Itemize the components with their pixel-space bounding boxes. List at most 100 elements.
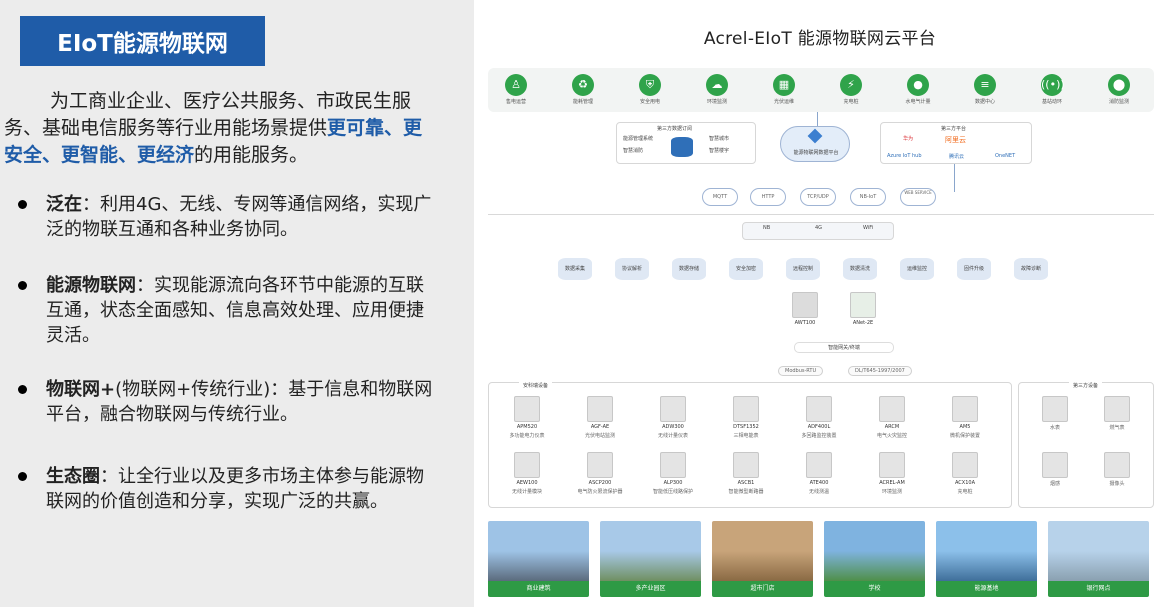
device-name: ADW300: [662, 424, 684, 430]
device-item: ASCB1 智能微型断路器: [713, 452, 779, 495]
recycle-icon: ♻: [572, 74, 594, 96]
scene-label: 多产业园区: [600, 581, 701, 597]
device-item: ATE400 无线测温: [786, 452, 852, 495]
scene-photo: [936, 521, 1037, 581]
app-item: ♙ 售电运营: [496, 74, 536, 105]
protocol-cloud: NB-IoT: [850, 188, 886, 206]
building-icon: ▦: [773, 74, 795, 96]
device-name: ATE400: [809, 480, 829, 486]
scene-card: 银行网点: [1048, 521, 1149, 597]
app-label: 安全用电: [639, 99, 660, 105]
database-icon: [671, 137, 693, 157]
scene-label: 学校: [824, 581, 925, 597]
device-desc: 多回路监控装置: [801, 433, 837, 439]
device-desc: 智能低压线路保护: [652, 489, 693, 495]
bullet-dot: [18, 200, 27, 209]
device-item: ARCM 电气火灾监控: [859, 396, 925, 439]
device-image: [733, 396, 759, 422]
scene-label: 超市门店: [712, 581, 813, 597]
device-image: [879, 396, 905, 422]
device-item: AGF-AE 光伏电站监测: [567, 396, 633, 439]
onenet-logo: OneNET: [995, 153, 1016, 159]
device-name: AEW100: [516, 480, 538, 486]
device-item: DTSF1352 三相电能表: [713, 396, 779, 439]
device-image: [733, 452, 759, 478]
bullet-text: 利用4G、无线、专网等通信网络，实现广泛的物联互通和各种业务协同。: [46, 194, 432, 240]
device-desc: 无线测温: [808, 489, 829, 495]
bullet-term: 物联网+: [46, 379, 116, 400]
scene-card: 多产业园区: [600, 521, 701, 597]
device-name: ACREL-AM: [879, 480, 905, 486]
app-label: 光伏运维: [773, 99, 794, 105]
device-item: AM5 微机保护装置: [932, 396, 998, 439]
bullet-item: 泛在：利用4G、无线、专网等通信网络，实现广泛的物联互通和各种业务协同。: [14, 192, 434, 242]
cloud-icon: ☁: [706, 74, 728, 96]
app-item: ⛨ 安全用电: [630, 74, 670, 105]
device-desc: 光伏电站监测: [584, 433, 615, 439]
architecture-diagram: Acrel-EIoT 能源物联网云平台 ♙ 售电运营 ♻ 能耗管理 ⛨ 安全用电 ☁ 环境监测…: [474, 0, 1166, 607]
gateway-caption: 智能网关/终端: [794, 342, 894, 353]
signal-icon: ((•)): [1041, 74, 1065, 96]
third-device-title: 第三方设备: [1069, 382, 1103, 389]
device-desc: 无线计量仪表: [657, 433, 688, 439]
device-name: AGF-AE: [590, 424, 610, 430]
device-image: [1042, 396, 1068, 422]
function-cylinder: 安全加密: [729, 258, 763, 280]
device-image: [514, 452, 540, 478]
device-name: DTSF1352: [733, 424, 759, 430]
function-cylinder: 运维监控: [900, 258, 934, 280]
scene-label: 银行网点: [1048, 581, 1149, 597]
network-label: 4G: [815, 225, 823, 231]
device-desc: 摄像头: [1109, 481, 1125, 487]
device-image: [1104, 396, 1130, 422]
platforms-title: 第三方平台: [941, 126, 967, 132]
scene-label: 能源基地: [936, 581, 1037, 597]
network-label: WiFi: [863, 225, 874, 231]
device-desc: 烟感: [1049, 481, 1060, 487]
device-image: [952, 396, 978, 422]
app-item: ⚡ 充电桩: [831, 74, 871, 105]
device-name: AM5: [959, 424, 971, 430]
device-item: 燃气表: [1084, 396, 1150, 431]
scene-card: 能源基地: [936, 521, 1037, 597]
device-item: ACREL-AM 环境监测: [859, 452, 925, 495]
device-desc: 环境监测: [881, 489, 902, 495]
charger-icon: ⚡: [840, 74, 862, 96]
app-item: ▦ 光伏运维: [764, 74, 804, 105]
divider: [488, 214, 1154, 215]
subscription-item: 能源管理系统: [623, 136, 654, 142]
subscription-item: 智慧城市: [709, 136, 730, 142]
gateway-name: AWT100: [794, 320, 816, 326]
aliyun-logo: 阿里云: [945, 136, 966, 144]
app-item: ((•)) 基站动环: [1032, 74, 1072, 105]
app-item: ≡ 数据中心: [965, 74, 1005, 105]
device-item: ACX10A 充电桩: [932, 452, 998, 495]
function-cylinder: 数据采集: [558, 258, 592, 280]
device-item: 水表: [1022, 396, 1088, 431]
bullet-dot: [18, 385, 27, 394]
third-party-subscription: 第三方数据订阅 能源管理系统 智慧消防 智慧城市 智慧楼宇: [616, 122, 756, 164]
network-bar: NB 4G WiFi: [742, 222, 894, 240]
scene-photo: [1048, 521, 1149, 581]
device-item: AEW100 无线计量模块: [494, 452, 560, 495]
bullet-item: 生态圈：让全行业以及更多市场主体参与能源物联网的价值创造和分享，实现广泛的共赢。: [14, 464, 434, 514]
device-item: ADF400L 多回路监控装置: [786, 396, 852, 439]
link-arrow: [954, 164, 955, 192]
device-name: ASCP200: [588, 480, 612, 486]
subscription-item: 智慧消防: [623, 148, 644, 154]
device-item: ALP300 智能低压线路保护: [640, 452, 706, 495]
device-name: APM520: [516, 424, 538, 430]
application-row: ♙ 售电运营 ♻ 能耗管理 ⛨ 安全用电 ☁ 环境监测 ▦ 光伏运维 ⚡ 充电桩 ● 水电气计量 ≡ 数据中心…: [488, 68, 1154, 112]
app-label: 充电桩: [843, 99, 859, 105]
device-desc: 三相电能表: [733, 433, 759, 439]
function-cylinder: 故障诊断: [1014, 258, 1048, 280]
device-name: ALP300: [663, 480, 683, 486]
pin-icon: ⬤: [1108, 74, 1130, 96]
gateway-name: ANet-2E: [852, 320, 874, 326]
device-image: [806, 452, 832, 478]
app-label: 水电气计量: [905, 99, 931, 105]
protocol-cloud: TCP/UDP: [800, 188, 836, 206]
bullet-dot: [18, 281, 27, 290]
device-item: APM520 多功能电力仪表: [494, 396, 560, 439]
device-desc: 充电桩: [957, 489, 973, 495]
